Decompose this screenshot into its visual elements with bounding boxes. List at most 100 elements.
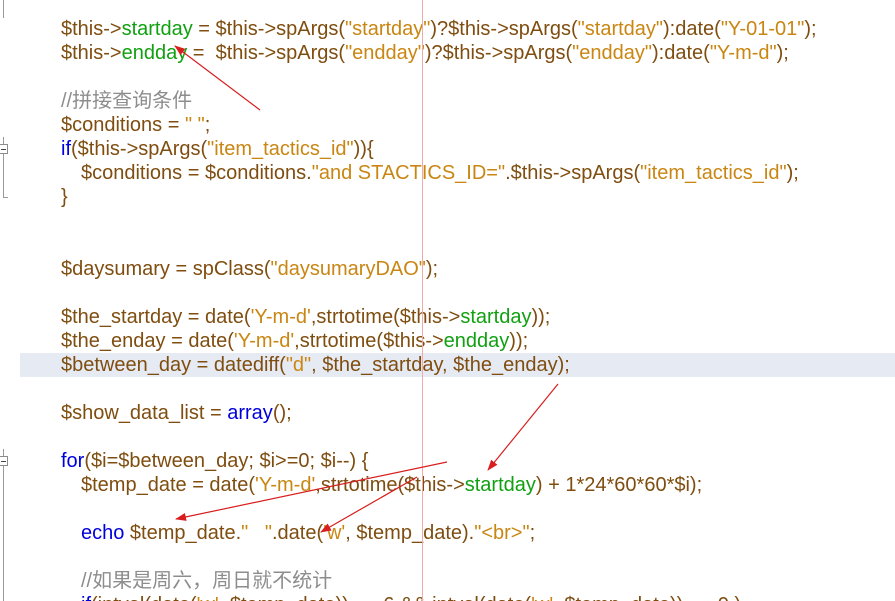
code-text: (intval(date( [91, 594, 197, 601]
fold-line [3, 137, 4, 144]
string-literal: "daysumaryDAO" [270, 258, 426, 280]
string-literal: 'Y-m-d' [255, 474, 316, 496]
fold-line [3, 0, 4, 18]
code-line[interactable] [20, 377, 895, 401]
string-literal: "endday" [572, 42, 652, 64]
property-name: startday [121, 18, 193, 40]
string-literal: 'w' [197, 594, 219, 601]
code-text: $between_day = datediff( [61, 354, 286, 376]
string-literal: "startday" [345, 18, 431, 40]
code-text: ($i=$between_day; $i>=0; $i--) { [84, 450, 369, 472]
code-text: ):date( [663, 18, 721, 40]
string-literal: 'Y-m-d' [233, 330, 295, 352]
code-text: ); [786, 162, 799, 184]
code-text: = $this->spArgs( [187, 42, 346, 64]
property-name: startday [460, 306, 532, 328]
code-line[interactable]: echo $temp_date." ".date('w', $temp_date… [20, 521, 895, 545]
code-text: , $temp_date)) == 0 ) [553, 594, 741, 601]
string-literal: "Y-01-01" [720, 18, 805, 40]
code-area[interactable]: $this->startday = $this->spArgs("startda… [20, 17, 895, 601]
code-line[interactable]: $this->startday = $this->spArgs("startda… [20, 17, 895, 41]
string-literal: "endday" [345, 42, 425, 64]
keyword: if [61, 594, 91, 601]
code-line[interactable]: $this->endday = $this->spArgs("endday")?… [20, 41, 895, 65]
code-line[interactable] [20, 281, 895, 305]
code-text: ); [804, 18, 817, 40]
code-line[interactable]: } [20, 185, 895, 209]
code-text: $conditions = $conditions. [61, 162, 312, 184]
code-text: , $temp_date)) == 6 && intval(date( [219, 594, 531, 601]
string-literal: "and STACTICS_ID=" [311, 162, 506, 184]
code-text: $temp_date = date( [61, 474, 256, 496]
code-text: $the_enday = date( [61, 330, 234, 352]
code-text: )); [531, 306, 551, 328]
code-text: )?$this->spArgs( [424, 42, 573, 64]
code-line[interactable]: $daysumary = spClass("daysumaryDAO"); [20, 257, 895, 281]
code-text: ; [529, 522, 536, 544]
code-text: ($this->spArgs( [71, 138, 208, 160]
string-literal: "d" [285, 354, 312, 376]
code-line[interactable]: for($i=$between_day; $i>=0; $i--) { [20, 449, 895, 473]
property-name: endday [121, 42, 188, 64]
string-literal: "item_tactics_id" [640, 162, 787, 184]
code-editor[interactable]: $this->startday = $this->spArgs("startda… [0, 0, 895, 601]
property-name: endday [443, 330, 510, 352]
fold-end-marker [3, 197, 8, 198]
code-text: ,strtotime($this-> [310, 306, 461, 328]
string-literal: 'w' [323, 522, 346, 544]
string-literal: 'Y-m-d' [250, 306, 311, 328]
code-line[interactable] [20, 545, 895, 569]
fold-line [3, 466, 4, 601]
comment: //如果是周六，周日就不统计 [61, 570, 333, 592]
code-line[interactable]: $temp_date = date('Y-m-d',strtotime($thi… [20, 473, 895, 497]
fold-collapse-icon[interactable] [0, 456, 8, 466]
code-text: )){ [353, 138, 374, 160]
keyword: array [227, 402, 273, 424]
code-line[interactable]: $the_enday = date('Y-m-d',strtotime($thi… [20, 329, 895, 353]
string-literal: " " [241, 522, 272, 544]
code-text: )); [509, 330, 529, 352]
code-line[interactable] [20, 65, 895, 89]
code-line[interactable] [20, 209, 895, 233]
string-literal: "Y-m-d" [709, 42, 777, 64]
comment: //拼接查询条件 [61, 90, 193, 112]
code-text: .$this->spArgs( [505, 162, 641, 184]
code-line[interactable]: $the_startday = date('Y-m-d',strtotime($… [20, 305, 895, 329]
code-line[interactable]: //拼接查询条件 [20, 89, 895, 113]
code-line-current[interactable]: $between_day = datediff("d", $the_startd… [20, 353, 895, 377]
code-text: ; [204, 114, 211, 136]
fold-line [3, 449, 4, 456]
code-line[interactable]: $show_data_list = array(); [20, 401, 895, 425]
code-text: .date( [272, 522, 324, 544]
code-line[interactable]: $conditions = " "; [20, 113, 895, 137]
code-line[interactable]: if(intval(date('w', $temp_date)) == 6 &&… [20, 593, 895, 601]
code-text: , $the_startday, $the_enday); [311, 354, 570, 376]
string-literal: "startday" [577, 18, 664, 40]
code-text: ); [425, 258, 439, 280]
code-text: $this-> [61, 18, 122, 40]
code-line[interactable]: //如果是周六，周日就不统计 [20, 569, 895, 593]
fold-collapse-icon[interactable] [0, 144, 8, 154]
code-text: ) + 1*24*60*60*$i); [535, 474, 703, 496]
code-line[interactable] [20, 233, 895, 257]
code-line[interactable] [20, 497, 895, 521]
code-line[interactable] [20, 425, 895, 449]
string-literal: "<br>" [474, 522, 530, 544]
code-text: $temp_date. [124, 522, 242, 544]
keyword: if [61, 138, 71, 160]
code-text: $daysumary = spClass( [61, 258, 271, 280]
edge-column-line [422, 0, 423, 601]
code-text: } [61, 186, 68, 208]
code-text: $this-> [61, 42, 122, 64]
code-line[interactable]: if($this->spArgs("item_tactics_id")){ [20, 137, 895, 161]
code-text: ,strtotime($this-> [315, 474, 465, 496]
string-literal: " " [184, 114, 205, 136]
fold-margin [0, 0, 18, 601]
string-literal: "item_tactics_id" [207, 138, 354, 160]
code-text: ); [776, 42, 789, 64]
code-text: (); [272, 402, 292, 424]
code-text: ):date( [652, 42, 710, 64]
property-name: startday [464, 474, 536, 496]
code-text: $the_startday = date( [61, 306, 251, 328]
code-line[interactable]: $conditions = $conditions."and STACTICS_… [20, 161, 895, 185]
